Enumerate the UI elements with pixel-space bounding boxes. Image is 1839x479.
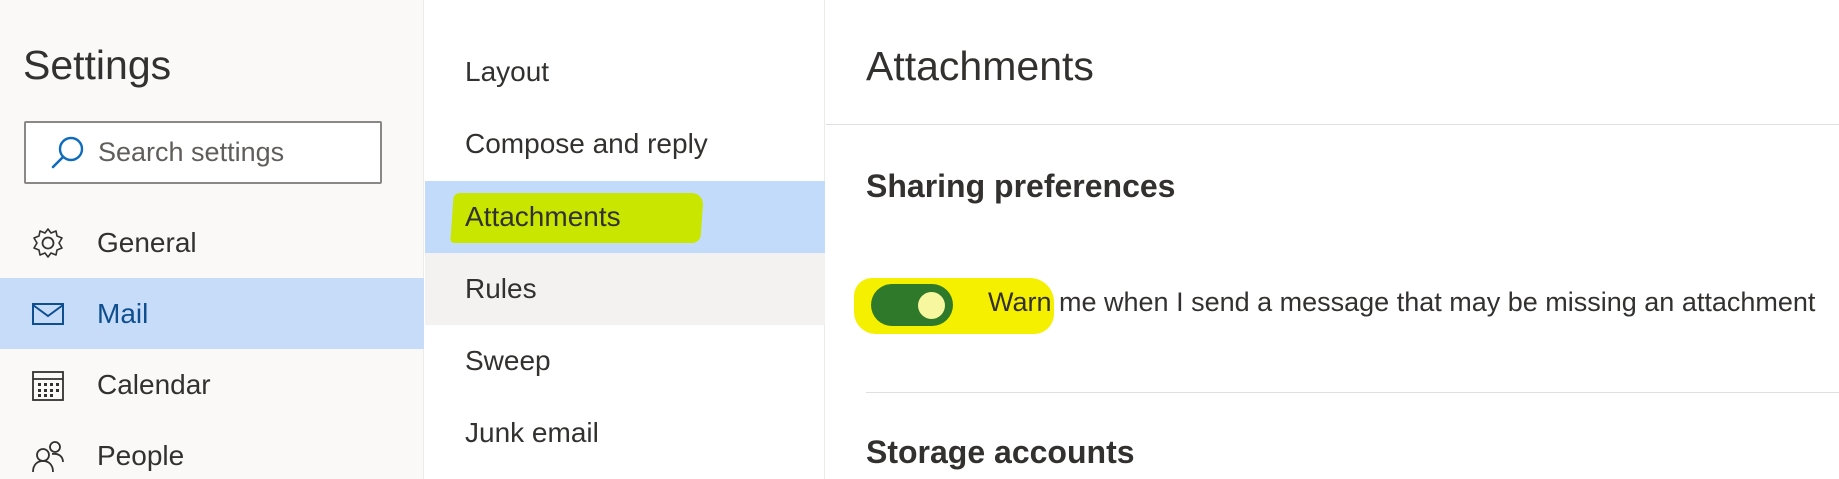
nav-item-label: General (97, 226, 197, 258)
search-input[interactable] (98, 137, 358, 168)
nav-item-label: Mail (97, 297, 149, 329)
menu-item-label: Layout (465, 56, 550, 87)
search-icon (51, 136, 84, 168)
page-title: Attachments (866, 43, 1094, 89)
nav-item-mail[interactable]: Mail (0, 278, 424, 349)
settings-nav-pane: Settings General Mail (0, 0, 424, 479)
menu-item-label: Compose and reply (465, 128, 708, 159)
menu-item-junk-email[interactable]: Junk email (425, 397, 825, 469)
nav-item-general[interactable]: General (0, 207, 424, 278)
gear-icon (33, 227, 63, 258)
menu-item-label: Rules (465, 273, 537, 304)
menu-item-compose-and-reply[interactable]: Compose and reply (425, 108, 825, 180)
menu-item-layout[interactable]: Layout (425, 36, 825, 108)
settings-title: Settings (23, 42, 172, 88)
menu-item-sweep[interactable]: Sweep (425, 325, 825, 397)
attachments-settings-pane: Attachments Sharing preferences Warn me … (826, 0, 1839, 479)
menu-item-attachments[interactable]: Attachments (425, 181, 825, 253)
sharing-preferences-heading: Sharing preferences (866, 168, 1176, 204)
nav-item-label: People (97, 439, 185, 471)
people-icon (32, 440, 64, 472)
menu-item-rules[interactable]: Rules (425, 253, 825, 325)
menu-item-label: Junk email (465, 417, 599, 448)
toggle-knob (918, 292, 945, 319)
mail-icon (32, 302, 64, 325)
settings-window: Settings General Mail (0, 0, 1839, 479)
search-box[interactable] (24, 121, 382, 184)
menu-item-label: Attachments (465, 201, 621, 232)
mail-settings-menu: Layout Compose and reply Attachments Rul… (425, 0, 825, 479)
storage-accounts-heading: Storage accounts (866, 434, 1135, 470)
divider (866, 392, 1839, 393)
nav-item-calendar[interactable]: Calendar (0, 349, 424, 420)
nav-item-label: Calendar (97, 368, 211, 400)
warn-missing-attachment-toggle[interactable] (871, 284, 953, 326)
menu-item-label: Sweep (465, 345, 551, 376)
warn-missing-attachment-row: Warn me when I send a message that may b… (854, 278, 1834, 334)
calendar-icon (32, 370, 64, 401)
nav-item-people[interactable]: People (0, 420, 424, 479)
warn-missing-attachment-label: Warn me when I send a message that may b… (988, 287, 1816, 317)
divider (826, 124, 1839, 125)
